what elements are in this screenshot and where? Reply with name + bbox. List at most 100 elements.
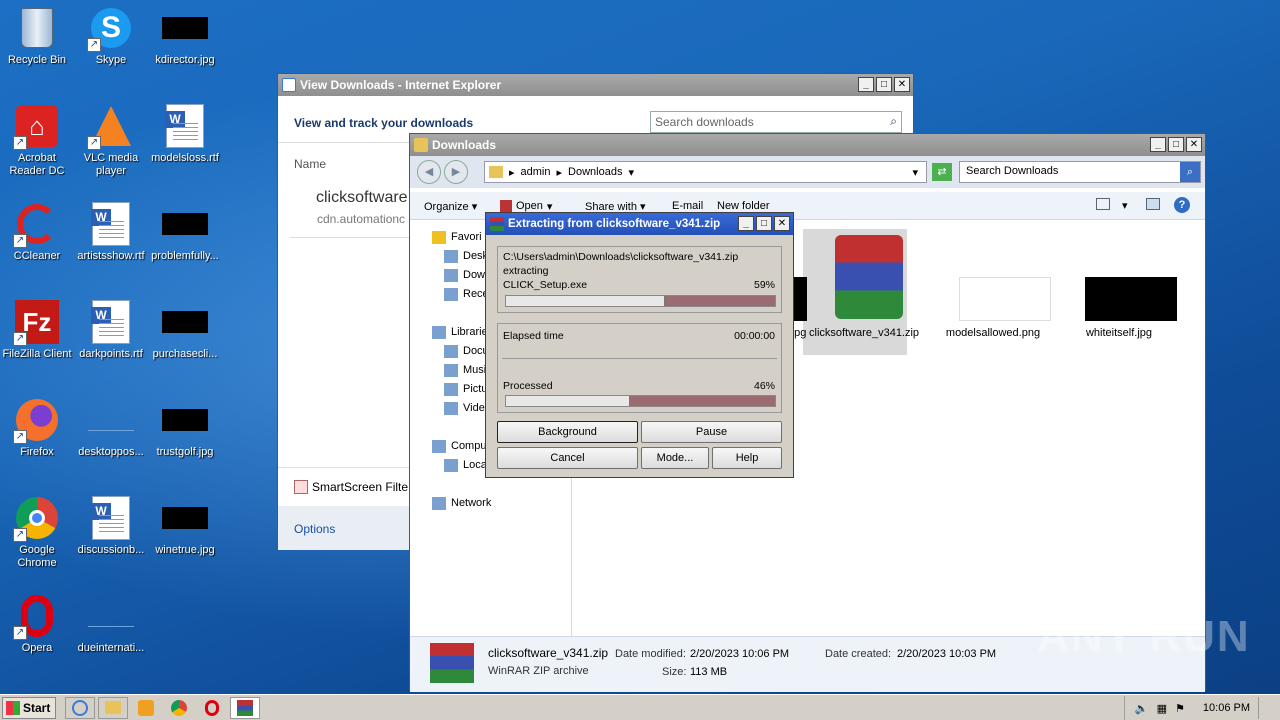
desktop-icon[interactable]: dueinternati... bbox=[74, 592, 148, 655]
view-options-icon[interactable] bbox=[1096, 198, 1110, 210]
minimize-button[interactable]: _ bbox=[738, 216, 754, 231]
volume-icon[interactable]: 🔈 bbox=[1135, 702, 1149, 715]
forward-button[interactable]: ▶ bbox=[444, 160, 468, 184]
address-dropdown-icon[interactable]: ▾ bbox=[912, 166, 918, 179]
maximize-button[interactable]: □ bbox=[1168, 137, 1184, 152]
nav-item[interactable]: Rece bbox=[444, 286, 489, 302]
help-icon[interactable]: ? bbox=[1174, 197, 1190, 213]
file-name: whiteitself.jpg bbox=[1085, 327, 1153, 339]
word-document-icon: W bbox=[87, 494, 135, 542]
minimize-button[interactable]: _ bbox=[1150, 137, 1166, 152]
desktop-icon-label: Google Chrome bbox=[17, 544, 57, 569]
chevron-down-icon[interactable]: ▾ bbox=[1122, 199, 1128, 212]
breadcrumb-admin[interactable]: admin bbox=[521, 166, 551, 178]
desktop-icon[interactable]: problemfully... bbox=[148, 200, 222, 263]
explorer-search-input[interactable]: Search Downloads ⌕ bbox=[959, 161, 1201, 183]
column-header-name[interactable]: Name bbox=[294, 157, 326, 171]
maximize-button[interactable]: □ bbox=[756, 216, 772, 231]
smartscreen-link[interactable]: SmartScreen Filte bbox=[294, 480, 408, 494]
nav-item[interactable]: Loca bbox=[444, 457, 487, 473]
desktop-icon[interactable]: ⌂ ↗ Acrobat Reader DC bbox=[0, 102, 74, 178]
desktop-icon[interactable]: purchasecli... bbox=[148, 298, 222, 361]
winrar-icon bbox=[490, 217, 504, 231]
address-bar[interactable]: ▸ admin ▸ Downloads ▾ ▾ bbox=[484, 161, 927, 183]
breadcrumb-downloads[interactable]: Downloads bbox=[568, 166, 622, 178]
desktop-icon-label: darkpoints.rtf bbox=[79, 348, 143, 360]
taskbar-explorer-button[interactable] bbox=[98, 696, 128, 719]
nav-item[interactable]: Vide bbox=[444, 400, 485, 416]
taskbar-opera-button[interactable] bbox=[197, 697, 227, 719]
nav-item[interactable]: Librarie bbox=[432, 324, 488, 340]
image-file-icon bbox=[161, 396, 209, 444]
shortcut-arrow-icon: ↗ bbox=[13, 528, 27, 542]
close-button[interactable]: ✕ bbox=[1186, 137, 1202, 152]
recent-icon bbox=[444, 287, 458, 301]
desktop-icon[interactable]: ↗ Opera bbox=[0, 592, 74, 655]
close-button[interactable]: ✕ bbox=[894, 77, 910, 92]
desktop-icon bbox=[444, 249, 458, 263]
desktop-icon[interactable]: Fz ↗ FileZilla Client bbox=[0, 298, 74, 361]
maximize-button[interactable]: □ bbox=[876, 77, 892, 92]
refresh-button[interactable]: ⇄ bbox=[932, 163, 952, 181]
image-thumbnail[interactable] bbox=[1085, 277, 1177, 321]
email-button[interactable]: E-mail bbox=[672, 200, 703, 212]
ie-download-item-name[interactable]: clicksoftware. bbox=[316, 189, 412, 207]
desktop-icon[interactable]: Wdarkpoints.rtf bbox=[74, 298, 148, 361]
nav-item[interactable]: Musi bbox=[444, 362, 486, 378]
nav-item[interactable]: Favori bbox=[432, 229, 482, 245]
desktop-icon[interactable]: winetrue.jpg bbox=[148, 494, 222, 557]
preview-pane-icon[interactable] bbox=[1146, 198, 1160, 210]
details-created: 2/20/2023 10:03 PM bbox=[897, 648, 997, 660]
clock[interactable]: 10:06 PM bbox=[1203, 702, 1250, 714]
taskbar-ie-button[interactable] bbox=[65, 696, 95, 719]
cancel-button[interactable]: Cancel bbox=[497, 447, 638, 469]
desktop-icon[interactable]: ↗ Google Chrome bbox=[0, 494, 74, 570]
archive-path: C:\Users\admin\Downloads\clicksoftware_v… bbox=[503, 251, 739, 263]
desktop-icon[interactable]: ↗ VLC media player bbox=[74, 102, 148, 178]
close-button[interactable]: ✕ bbox=[774, 216, 790, 231]
search-icon[interactable]: ⌕ bbox=[1180, 162, 1200, 182]
minimize-button[interactable]: _ bbox=[858, 77, 874, 92]
start-button[interactable]: Start bbox=[2, 696, 56, 719]
taskbar-winrar-button[interactable] bbox=[230, 696, 260, 719]
desktop-icon[interactable]: S ↗ Skype bbox=[74, 4, 148, 67]
nav-item[interactable]: Network bbox=[432, 495, 491, 511]
winrar-archive-icon[interactable] bbox=[835, 235, 903, 319]
pause-button[interactable]: Pause bbox=[641, 421, 782, 443]
background-button[interactable]: Background bbox=[497, 421, 638, 443]
desktop-icon[interactable]: trustgolf.jpg bbox=[148, 396, 222, 459]
computer-icon bbox=[432, 439, 446, 453]
show-desktop-button[interactable] bbox=[1258, 697, 1270, 719]
desktop-icon[interactable]: ↗ Firefox bbox=[0, 396, 74, 459]
word-document-icon: W bbox=[87, 200, 135, 248]
desktop-icon[interactable]: Wartistsshow.rtf bbox=[74, 200, 148, 263]
desktop-icon[interactable]: Wdiscussionb... bbox=[74, 494, 148, 557]
nav-item[interactable]: Desk bbox=[444, 248, 488, 264]
desktop-icon-label: artistsshow.rtf bbox=[77, 250, 145, 262]
organize-button[interactable]: Organize ▾ bbox=[424, 200, 477, 213]
desktop-icon[interactable]: Recycle Bin bbox=[0, 4, 74, 67]
nav-item[interactable]: Compu bbox=[432, 438, 486, 454]
image-thumbnail[interactable] bbox=[959, 277, 1051, 321]
back-button[interactable]: ◀ bbox=[417, 160, 441, 184]
taskbar-chrome-button[interactable] bbox=[164, 697, 194, 719]
new-folder-button[interactable]: New folder bbox=[717, 200, 770, 212]
desktop-icon[interactable]: ↗ CCleaner bbox=[0, 200, 74, 263]
help-button[interactable]: Help bbox=[712, 447, 782, 469]
nav-item[interactable]: Dow bbox=[444, 267, 485, 283]
media-player-icon bbox=[138, 699, 154, 716]
desktop-icon[interactable]: Wmodelsloss.rtf bbox=[148, 102, 222, 165]
filezilla-icon: Fz ↗ bbox=[13, 298, 61, 346]
file-name: modelsallowed.png bbox=[945, 327, 1041, 339]
options-link[interactable]: Options bbox=[294, 522, 335, 536]
taskbar-media-button[interactable] bbox=[131, 697, 161, 719]
desktop-icon[interactable]: desktoppos... bbox=[74, 396, 148, 459]
ie-search-input[interactable]: Search downloads ⌕ bbox=[650, 111, 902, 133]
desktop-icon[interactable]: kdirector.jpg bbox=[148, 4, 222, 67]
action-center-icon[interactable]: ⚑ bbox=[1175, 702, 1185, 715]
mode-button[interactable]: Mode... bbox=[641, 447, 709, 469]
winrar-icon bbox=[500, 200, 512, 212]
network-icon[interactable]: ▦ bbox=[1157, 702, 1167, 715]
nav-item[interactable]: Docu bbox=[444, 343, 489, 359]
nav-item[interactable]: Pictu bbox=[444, 381, 487, 397]
